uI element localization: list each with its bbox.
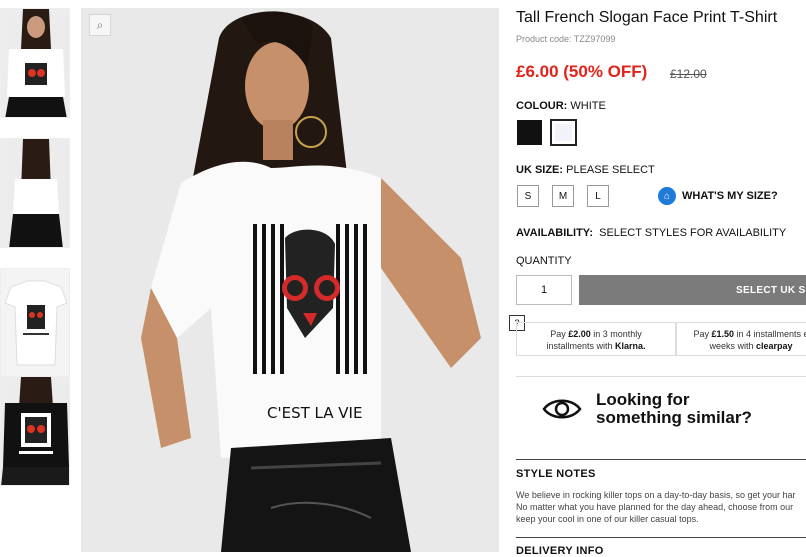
size-guide-label: WHAT'S MY SIZE?: [682, 190, 778, 202]
add-to-bag-button[interactable]: SELECT UK SIZE: [579, 275, 806, 305]
thumbnail-front[interactable]: [0, 8, 70, 118]
style-notes-title[interactable]: STYLE NOTES: [516, 468, 596, 480]
size-value: PLEASE SELECT: [566, 164, 655, 176]
klarna-amount: £2.00: [568, 329, 591, 339]
klarna-logo: Klarna.: [615, 341, 646, 351]
clearpay-pre: Pay: [693, 329, 712, 339]
delivery-info-title[interactable]: DELIVERY INFO: [516, 545, 604, 557]
similar-line2: something similar?: [596, 408, 752, 427]
similar-text: Looking for something similar?: [596, 391, 752, 427]
size-label: UK SIZE:: [516, 164, 564, 176]
eye-icon: [542, 399, 582, 419]
clearpay-amount: £1.50: [711, 329, 734, 339]
size-row: UK SIZE: PLEASE SELECT: [516, 164, 655, 176]
main-product-image[interactable]: C'EST LA VIE ⌕: [81, 8, 499, 552]
zoom-icon[interactable]: ⌕: [89, 14, 111, 36]
size-guide-link[interactable]: ⌂ WHAT'S MY SIZE?: [658, 187, 778, 205]
product-code: Product code: TZZ97099: [516, 34, 616, 44]
clearpay-line2: weeks with: [709, 341, 756, 351]
swatch-white[interactable]: [550, 119, 577, 146]
quantity-input[interactable]: 1: [516, 275, 572, 305]
similar-items-banner[interactable]: Looking for something similar?: [516, 376, 806, 447]
availability-value: SELECT STYLES FOR AVAILABILITY: [599, 227, 787, 239]
was-price: £12.00: [670, 67, 707, 81]
size-m-button[interactable]: M: [552, 185, 574, 207]
colour-label: COLOUR:: [516, 100, 568, 112]
availability-row: AVAILABILITY: SELECT STYLES FOR AVAILABI…: [516, 227, 786, 239]
colour-row: COLOUR: WHITE: [516, 100, 606, 112]
style-notes-body: We believe in rocking killer tops on a d…: [516, 489, 806, 525]
klarna-line2: installments with: [546, 341, 615, 351]
size-l-button[interactable]: L: [587, 185, 609, 207]
divider: [516, 537, 806, 538]
clearpay-logo: clearpay: [756, 341, 793, 351]
klarna-box[interactable]: Pay £2.00 in 3 monthly installments with…: [516, 322, 676, 356]
thumbnail-flat[interactable]: [0, 268, 70, 378]
clearpay-post: in 4 installments e: [734, 329, 806, 339]
clearpay-box[interactable]: Pay £1.50 in 4 installments e weeks with…: [676, 322, 806, 356]
current-price: £6.00 (50% OFF): [516, 62, 648, 81]
quantity-label: QUANTITY: [516, 255, 572, 267]
divider: [516, 459, 806, 460]
thumbnail-black[interactable]: [0, 376, 70, 486]
product-title: Tall French Slogan Face Print T-Shirt: [516, 9, 778, 26]
style-notes-line: keep your cool in one of our killer casu…: [516, 514, 699, 524]
hanger-icon: ⌂: [658, 187, 676, 205]
thumbnail-back[interactable]: [0, 138, 70, 248]
style-notes-line: No matter what you have planned for the …: [516, 502, 794, 512]
style-notes-line: We believe in rocking killer tops on a d…: [516, 490, 796, 500]
print-slogan: C'EST LA VIE: [267, 404, 362, 422]
swatch-black[interactable]: [517, 120, 542, 145]
colour-value: WHITE: [570, 100, 606, 112]
size-s-button[interactable]: S: [517, 185, 539, 207]
klarna-post: in 3 monthly: [590, 329, 642, 339]
similar-line1: Looking for: [596, 390, 690, 409]
availability-label: AVAILABILITY:: [516, 227, 593, 239]
klarna-pre: Pay: [550, 329, 569, 339]
